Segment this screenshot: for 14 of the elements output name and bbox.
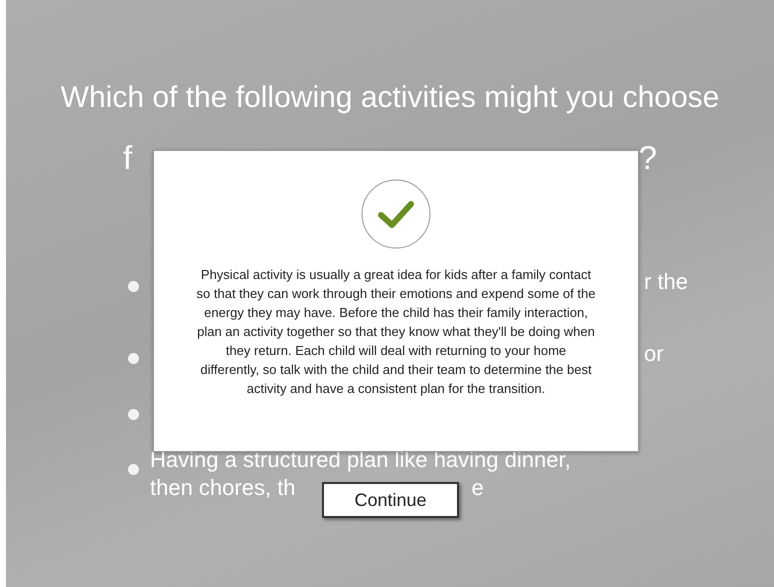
answer-text: e: [472, 474, 484, 502]
answer-text: r the: [644, 269, 688, 294]
answer-text: then chores, th: [150, 474, 296, 502]
continue-button[interactable]: Continue: [322, 482, 459, 518]
feedback-text: Physical activity is usually a great idea for kids after a family contact so that they can work through their emotions and expend some of the energy they may have. Before the child has their family interaction, plan an activity together so that they know what they'll be doing when they return. Each child will deal with returning to your home differently, so talk with the child and their team to determine the best activity and have a consistent plan for the transition.: [196, 266, 596, 398]
answer-text: or: [644, 341, 664, 366]
question-text: f: [123, 138, 132, 178]
question-text: ?: [638, 138, 657, 178]
answer-text: Having a structured plan like having dinner,: [150, 446, 571, 474]
bullet-icon: [128, 353, 139, 364]
question-text: Which of the following activities might you choose: [60, 80, 720, 116]
bullet-icon: [128, 281, 139, 292]
bullet-icon: [128, 464, 139, 475]
bullet-icon: [128, 409, 139, 420]
